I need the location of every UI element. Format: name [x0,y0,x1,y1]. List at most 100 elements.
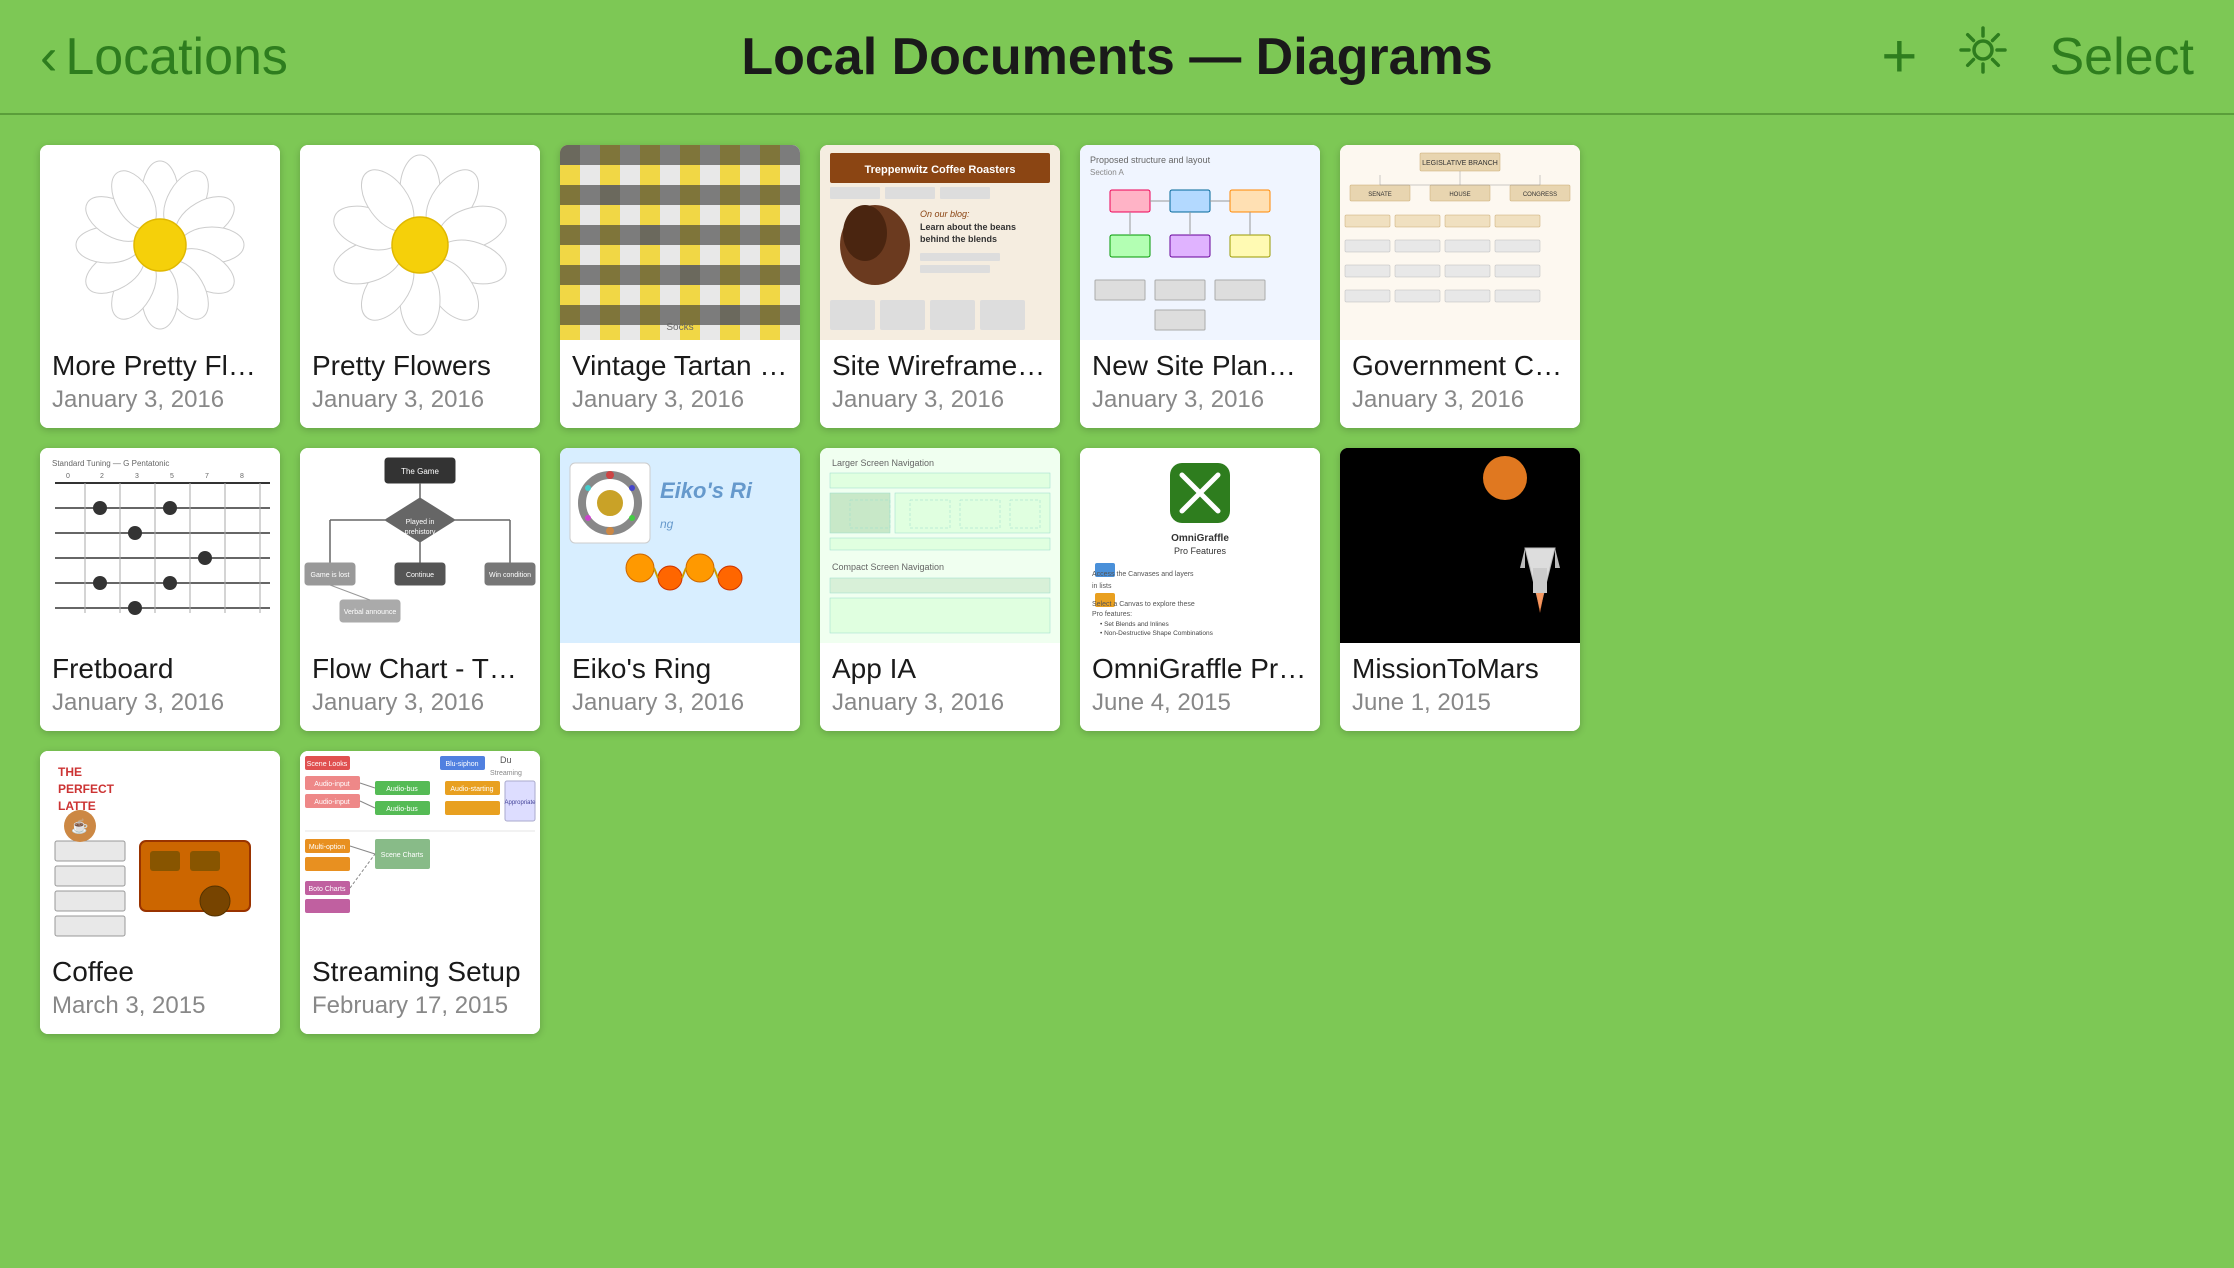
svg-text:Audio-input: Audio-input [314,781,349,788]
svg-text:0: 0 [66,473,70,480]
doc-title: MissionToMars [1352,653,1568,685]
svg-text:LEGISLATIVE BRANCH: LEGISLATIVE BRANCH [1422,160,1498,167]
gear-icon[interactable] [1957,24,2009,89]
page-title: Local Documents — Diagrams [741,27,1492,87]
svg-text:2: 2 [100,473,104,480]
grid-row-1: Standard Tuning — G Pentatonic [40,448,2194,731]
doc-card-eikos-ring[interactable]: Eiko's Ri ng Eiko's Ring Ja [560,448,800,731]
doc-card-app-ia[interactable]: Larger Screen Navigation Compact Screen … [820,448,1060,731]
doc-date: February 17, 2015 [312,992,528,1020]
thumbnail-coffee: THE PERFECT LATTE ☕ [40,751,280,946]
svg-text:SENATE: SENATE [1368,192,1392,198]
svg-text:HOUSE: HOUSE [1449,192,1470,198]
doc-info-flow-chart: Flow Chart - The G... January 3, 2016 [300,643,540,731]
doc-date: January 3, 2016 [52,689,268,717]
doc-title: OmniGraffle Pro Fe... [1092,653,1308,685]
doc-info-app-ia: App IA January 3, 2016 [820,643,1060,731]
doc-card-site-wireframe[interactable]: Treppenwitz Coffee Roasters On our blog:… [820,145,1060,428]
doc-card-government-chart[interactable]: LEGISLATIVE BRANCH SENATE HOUSE CONGRESS [1340,145,1580,428]
doc-date: January 3, 2016 [832,386,1048,414]
svg-text:Multi-option: Multi-option [309,844,345,851]
doc-date: June 4, 2015 [1092,689,1308,717]
svg-text:Du: Du [500,755,512,765]
thumbnail-mission-to-mars [1340,448,1580,643]
svg-text:Audio-input: Audio-input [314,799,349,806]
doc-title: Vintage Tartan Soc... [572,350,788,382]
svg-text:Game is lost: Game is lost [311,572,350,579]
svg-text:Section A: Section A [1090,168,1124,177]
svg-text:Audio-starting: Audio-starting [450,786,493,793]
doc-card-flow-chart[interactable]: The Game Played in prehistory Game is lo… [300,448,540,731]
svg-text:CONGRESS: CONGRESS [1523,192,1557,198]
svg-text:Audio-bus: Audio-bus [386,786,418,793]
grid-row-0: More Pretty Flowers January 3, 2016 [40,145,2194,428]
doc-date: January 3, 2016 [52,386,268,414]
svg-text:Eiko's Ri: Eiko's Ri [660,478,753,503]
svg-text:Pro features:: Pro features: [1092,611,1132,618]
svg-text:Pro Features: Pro Features [1174,546,1227,556]
svg-text:Scene Looks: Scene Looks [307,761,348,768]
doc-title: Government Chart [1352,350,1568,382]
doc-card-mission-to-mars[interactable]: MissionToMars June 1, 2015 [1340,448,1580,731]
doc-date: January 3, 2016 [572,689,788,717]
chevron-left-icon: ‹ [40,31,57,83]
doc-title: More Pretty Flowers [52,350,268,382]
doc-info-coffee: Coffee March 3, 2015 [40,946,280,1034]
doc-title: Streaming Setup [312,956,528,988]
svg-text:Appropriate: Appropriate [504,800,536,806]
select-button[interactable]: Select [2049,27,2194,87]
svg-text:Learn about the beans: Learn about the beans [920,222,1016,232]
doc-date: June 1, 2015 [1352,689,1568,717]
svg-text:Proposed structure and layout: Proposed structure and layout [1090,155,1211,165]
doc-card-omnigraffle-pro[interactable]: OmniGraffle Pro Features Access the Canv… [1080,448,1320,731]
thumbnail-fretboard: Standard Tuning — G Pentatonic [40,448,280,643]
svg-text:Audio-bus: Audio-bus [386,806,418,813]
svg-text:8: 8 [240,473,244,480]
svg-text:Larger Screen Navigation: Larger Screen Navigation [832,458,934,468]
svg-text:behind the blends: behind the blends [920,234,997,244]
svg-text:ng: ng [660,517,674,531]
svg-text:Access the Canvases and layers: Access the Canvases and layers [1092,571,1194,578]
svg-text:On our blog:: On our blog: [920,209,970,219]
thumbnail-pretty-flowers [300,145,540,340]
svg-text:Played in: Played in [406,519,435,526]
doc-info-more-pretty-flowers: More Pretty Flowers January 3, 2016 [40,340,280,428]
thumbnail-eikos-ring: Eiko's Ri ng [560,448,800,643]
doc-card-more-pretty-flowers[interactable]: More Pretty Flowers January 3, 2016 [40,145,280,428]
doc-title: App IA [832,653,1048,685]
doc-card-vintage-tartan[interactable]: Socks Vintage Tartan Soc... January 3, 2… [560,145,800,428]
thumbnail-new-site-planning: Proposed structure and layout Section A [1080,145,1320,340]
svg-text:• Non-Destructive Shape Combin: • Non-Destructive Shape Combinations [1100,630,1214,637]
svg-text:prehistory: prehistory [405,529,436,536]
svg-text:Verbal announce: Verbal announce [344,609,397,616]
doc-date: March 3, 2015 [52,992,268,1020]
header-actions: + Select [1881,24,2194,89]
doc-info-site-wireframe: Site Wireframe &... January 3, 2016 [820,340,1060,428]
svg-text:☕: ☕ [71,817,88,835]
doc-info-eikos-ring: Eiko's Ring January 3, 2016 [560,643,800,731]
svg-text:The Game: The Game [401,467,439,476]
doc-card-coffee[interactable]: THE PERFECT LATTE ☕ [40,751,280,1034]
svg-text:in lists: in lists [1092,583,1112,590]
svg-text:Continue: Continue [406,572,434,579]
add-button[interactable]: + [1881,26,1917,88]
doc-info-fretboard: Fretboard January 3, 2016 [40,643,280,731]
doc-card-fretboard[interactable]: Standard Tuning — G Pentatonic [40,448,280,731]
doc-info-pretty-flowers: Pretty Flowers January 3, 2016 [300,340,540,428]
doc-info-streaming-setup: Streaming Setup February 17, 2015 [300,946,540,1034]
svg-text:7: 7 [205,473,209,480]
doc-date: January 3, 2016 [1092,386,1308,414]
doc-card-pretty-flowers[interactable]: Pretty Flowers January 3, 2016 [300,145,540,428]
doc-card-new-site-planning[interactable]: Proposed structure and layout Section A [1080,145,1320,428]
svg-text:5: 5 [170,473,174,480]
thumbnail-vintage-tartan: Socks [560,145,800,340]
doc-title: Eiko's Ring [572,653,788,685]
doc-title: New Site Planning [1092,350,1308,382]
svg-text:PERFECT: PERFECT [58,782,115,796]
doc-title: Coffee [52,956,268,988]
svg-text:3: 3 [135,473,139,480]
back-button[interactable]: ‹ Locations [40,27,288,87]
doc-card-streaming-setup[interactable]: Scene Looks Blu-siphon Du Streaming Audi… [300,751,540,1034]
svg-text:Select a Canvas to explore the: Select a Canvas to explore these [1092,601,1195,608]
svg-text:Scene Charts: Scene Charts [381,852,424,859]
